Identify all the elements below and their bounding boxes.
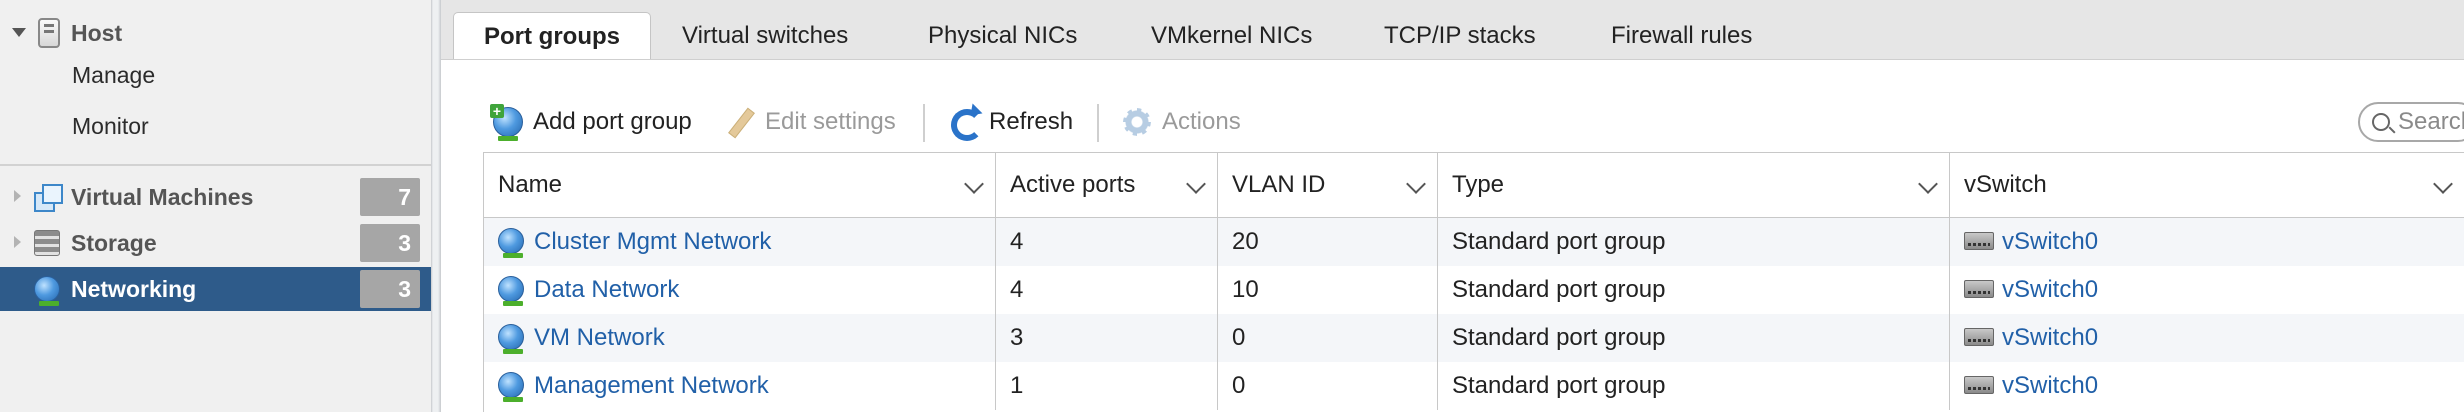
active-ports-cell: 4	[996, 218, 1218, 266]
column-header-vlan-id[interactable]: VLAN ID	[1218, 153, 1438, 217]
column-header-name[interactable]: Name	[484, 153, 996, 217]
port-groups-table: Name Active ports VLAN ID Type vSwitch C…	[483, 152, 2464, 412]
count-badge: 7	[360, 178, 420, 216]
chevron-down-icon[interactable]	[1406, 174, 1426, 194]
chevron-down-icon[interactable]	[1186, 174, 1206, 194]
search-input[interactable]	[2398, 108, 2464, 136]
table-row[interactable]: Cluster Mgmt Network 4 20 Standard port …	[484, 218, 2464, 266]
add-port-group-button[interactable]: + Add port group	[490, 104, 692, 141]
refresh-icon	[949, 107, 983, 141]
vswitch-cell[interactable]: vSwitch0	[1950, 314, 2464, 362]
vswitch-icon	[1964, 376, 1994, 395]
refresh-button[interactable]: Refresh	[949, 106, 1074, 141]
button-label: Add port group	[533, 108, 692, 135]
vlan-id-cell: 0	[1218, 362, 1438, 410]
port-group-icon	[498, 275, 524, 306]
type-cell: Standard port group	[1438, 266, 1950, 314]
table-row[interactable]: Management Network 1 0 Standard port gro…	[484, 362, 2464, 410]
vswitch-cell[interactable]: vSwitch0	[1950, 218, 2464, 266]
network-icon	[34, 276, 60, 306]
vlan-id-cell: 10	[1218, 266, 1438, 314]
nav-item-label: Networking	[71, 276, 197, 302]
nav-item-storage[interactable]: Storage 3	[0, 221, 431, 265]
edit-settings-button[interactable]: Edit settings	[725, 106, 896, 138]
chevron-down-icon[interactable]	[964, 174, 984, 194]
toolbar: + Add port group Edit settings Refresh A…	[441, 90, 2464, 150]
pencil-icon	[725, 107, 755, 137]
type-cell: Standard port group	[1438, 362, 1950, 410]
table-header: Name Active ports VLAN ID Type vSwitch	[484, 152, 2464, 218]
column-header-type[interactable]: Type	[1438, 153, 1950, 217]
toolbar-separator	[923, 104, 925, 142]
add-network-icon: +	[490, 104, 523, 141]
active-ports-cell: 4	[996, 266, 1218, 314]
table-row[interactable]: Data Network 4 10 Standard port group vS…	[484, 266, 2464, 314]
search-field[interactable]	[2358, 102, 2464, 142]
vswitch-cell[interactable]: vSwitch0	[1950, 266, 2464, 314]
actions-button[interactable]: Actions	[1122, 106, 1241, 138]
tab-virtual-switches[interactable]: Virtual switches	[682, 12, 848, 59]
port-group-icon	[498, 371, 524, 402]
tab-bar: Port groups Virtual switches Physical NI…	[441, 0, 2464, 60]
tree-item-host[interactable]: Host	[0, 12, 431, 54]
column-header-vswitch[interactable]: vSwitch	[1950, 153, 2464, 217]
pane-splitter[interactable]	[431, 0, 441, 412]
nav-item-monitor[interactable]: Monitor	[72, 113, 149, 140]
sidebar-navigator: Host Manage Monitor Virtual Machines 7 S…	[0, 0, 431, 412]
vlan-id-cell: 20	[1218, 218, 1438, 266]
tab-vmkernel-nics[interactable]: VMkernel NICs	[1151, 12, 1312, 59]
toolbar-separator	[1097, 104, 1099, 142]
search-icon	[2372, 113, 2390, 131]
vswitch-icon	[1964, 232, 1994, 251]
vswitch-cell[interactable]: vSwitch0	[1950, 362, 2464, 410]
name-cell[interactable]: Data Network	[484, 266, 996, 314]
button-label: Refresh	[989, 108, 1074, 135]
button-label: Edit settings	[765, 108, 896, 135]
active-ports-cell: 3	[996, 314, 1218, 362]
nav-item-virtual-machines[interactable]: Virtual Machines 7	[0, 175, 431, 219]
count-badge: 3	[360, 224, 420, 262]
tab-firewall-rules[interactable]: Firewall rules	[1611, 12, 1752, 59]
nav-item-manage[interactable]: Manage	[72, 62, 155, 89]
host-label: Host	[71, 20, 123, 46]
vswitch-icon	[1964, 328, 1994, 347]
type-cell: Standard port group	[1438, 314, 1950, 362]
nav-item-networking[interactable]: Networking 3	[0, 267, 431, 311]
name-cell[interactable]: VM Network	[484, 314, 996, 362]
caret-down-icon[interactable]	[12, 28, 26, 37]
tab-physical-nics[interactable]: Physical NICs	[928, 12, 1077, 59]
port-group-icon	[498, 227, 524, 258]
count-badge: 3	[360, 270, 420, 308]
chevron-right-icon[interactable]	[14, 236, 21, 248]
storage-icon	[34, 230, 60, 256]
vm-icon	[34, 184, 63, 212]
tab-tcpip-stacks[interactable]: TCP/IP stacks	[1384, 12, 1536, 59]
name-cell[interactable]: Cluster Mgmt Network	[484, 218, 996, 266]
type-cell: Standard port group	[1438, 218, 1950, 266]
button-label: Actions	[1162, 108, 1241, 135]
vlan-id-cell: 0	[1218, 314, 1438, 362]
nav-item-label: Virtual Machines	[71, 184, 254, 210]
name-cell[interactable]: Management Network	[484, 362, 996, 410]
sidebar-separator	[0, 164, 431, 166]
chevron-right-icon[interactable]	[14, 190, 21, 202]
chevron-down-icon[interactable]	[2433, 174, 2453, 194]
column-header-active-ports[interactable]: Active ports	[996, 153, 1218, 217]
table-row[interactable]: VM Network 3 0 Standard port group vSwit…	[484, 314, 2464, 362]
main-panel: Port groups Virtual switches Physical NI…	[441, 0, 2464, 412]
nav-item-label: Storage	[71, 230, 157, 256]
host-server-icon	[38, 18, 60, 48]
port-group-icon	[498, 323, 524, 354]
vswitch-icon	[1964, 280, 1994, 299]
active-ports-cell: 1	[996, 362, 1218, 410]
chevron-down-icon[interactable]	[1918, 174, 1938, 194]
tab-port-groups[interactable]: Port groups	[453, 12, 651, 59]
gear-icon	[1122, 107, 1152, 137]
